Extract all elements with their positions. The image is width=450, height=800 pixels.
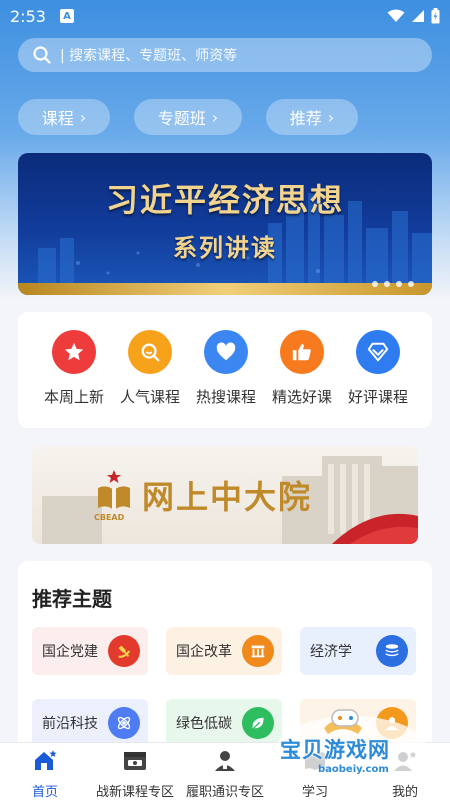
calendar-card-icon [124,752,146,770]
quick-entry-new-this-week[interactable]: 本周上新 [34,330,114,407]
pill-recommended[interactable]: 推荐 › [266,99,358,135]
hero-banner[interactable]: 习近平经济思想 系列讲读 [18,153,432,295]
topic-label: 国企改革 [176,644,232,660]
carousel-dot [396,281,402,287]
topic-label: 经济学 [310,644,352,660]
status-time: 2:53 [10,6,46,26]
topic-party-building[interactable]: 国企党建 [32,627,148,675]
building-icon [242,635,274,667]
carousel-dot [384,281,390,287]
quick-entry-hot-search[interactable]: 热搜课程 [186,330,266,407]
quick-entry-label: 本周上新 [43,388,104,406]
status-icons [387,8,440,24]
signal-icon [412,10,424,22]
chevron-right-icon: › [327,107,335,127]
watermark-text: 宝贝游戏网 [280,738,390,762]
topic-label: 国企党建 [42,644,98,660]
cbead-logo-icon [98,470,130,510]
pill-label: 课程 [41,109,74,128]
user-badge-icon [215,751,235,771]
pill-courses[interactable]: 课程 › [18,99,110,135]
pill-label: 推荐 [289,109,322,128]
tab-label: 战新课程专区 [95,785,174,800]
status-bar: 2:53 A [0,0,450,32]
pill-label: 专题班 [157,109,206,128]
thumbs-up-icon [280,330,324,374]
banner-subtitle: 系列讲读 [173,233,277,262]
home-icon [35,750,57,770]
banner-title: 习近平经济思想 [105,181,344,219]
quick-entry-label: 人气课程 [119,388,180,406]
heart-icon [204,330,248,374]
tab-general-duties[interactable]: 履职通识专区 [180,743,270,800]
diamond-icon [356,330,400,374]
topic-economics[interactable]: 经济学 [300,627,416,675]
party-emblem-icon [108,635,140,667]
topic-label: 绿色低碳 [176,716,232,732]
notification-icon: A [59,9,74,23]
watermark-url: baobeiy.com [318,764,389,775]
coin-stack-icon [376,635,408,667]
topic-green-low-carbon[interactable]: 绿色低碳 [166,699,282,747]
tab-home[interactable]: 首页 [0,743,90,800]
atom-icon [108,707,140,739]
search-placeholder: | 搜索课程、专题班、师资等 [60,48,238,64]
quick-entry-label: 热搜课程 [195,388,256,406]
chevron-right-icon: › [79,107,87,127]
search-popular-icon [128,330,172,374]
banner-gold-ribbon [18,283,432,295]
carousel-dot [372,281,378,287]
pill-special-classes[interactable]: 专题班 › [134,99,242,135]
carousel-dot [408,281,414,287]
tab-strategic-courses[interactable]: 战新课程专区 [90,743,180,800]
carousel-indicator [372,281,414,287]
campus-banner[interactable]: CBEAD 网上中大院 [32,446,418,544]
campus-banner-title: 网上中大院 [142,478,313,516]
tab-label: 履职通识专区 [185,785,264,800]
topic-label: 前沿科技 [42,716,98,732]
cbead-logo-text: CBEAD [94,513,125,522]
topic-frontier-tech[interactable]: 前沿科技 [32,699,148,747]
battery-icon [431,8,440,24]
quick-entry-label: 精选好课 [271,388,332,406]
leaf-icon [242,707,274,739]
wifi-icon [387,9,405,22]
chevron-right-icon: › [211,107,219,127]
quick-entry-featured[interactable]: 精选好课 [262,330,342,407]
quick-entry-top-rated[interactable]: 好评课程 [338,330,418,407]
search-icon [33,46,51,64]
star-icon [52,330,96,374]
search-bar[interactable]: | 搜索课程、专题班、师资等 [18,38,432,72]
quick-entry-popular[interactable]: 人气课程 [110,330,190,407]
topic-soe-reform[interactable]: 国企改革 [166,627,282,675]
quick-entry-card: 本周上新 人气课程 热搜课程 精选好课 好评课程 [18,312,432,428]
section-title: 推荐主题 [32,587,112,611]
quick-entry-label: 好评课程 [347,388,408,406]
tab-label: 首页 [31,785,58,800]
site-watermark: 宝贝游戏网 baobeiy.com [272,700,432,790]
